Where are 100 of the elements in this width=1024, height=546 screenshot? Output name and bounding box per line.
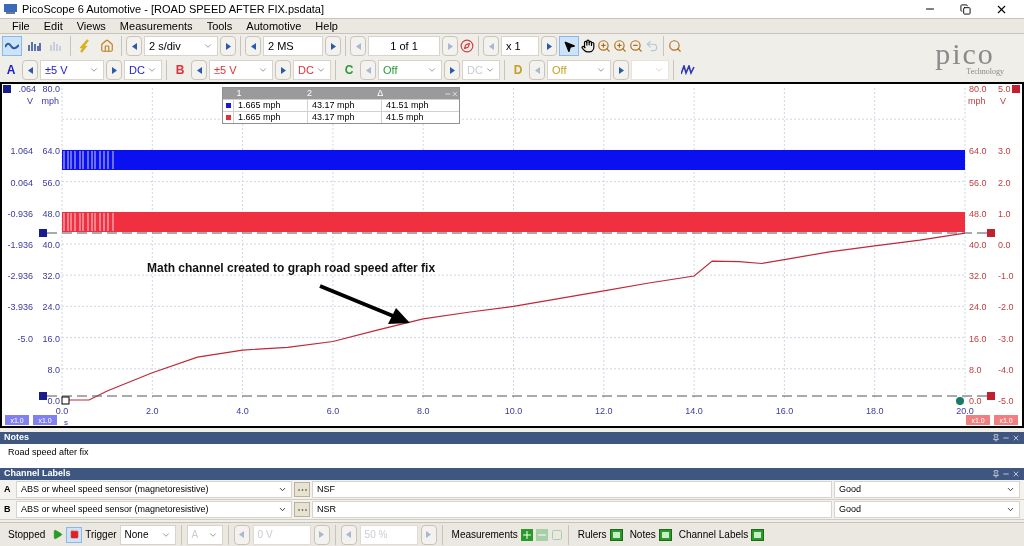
decrease-button[interactable] <box>126 36 142 56</box>
more-button[interactable] <box>294 482 310 497</box>
zoom-out-icon[interactable] <box>629 39 643 53</box>
increase-button[interactable] <box>325 36 341 56</box>
toolbar-label: Rulers <box>577 528 607 542</box>
right-arrow-icon <box>111 66 117 74</box>
axis-label: -5.0 <box>17 333 33 344</box>
zoom-field[interactable]: x 1 <box>501 36 539 56</box>
coupling-dropdown[interactable]: DC <box>293 60 331 80</box>
axis-label: 40.0 <box>42 240 60 250</box>
dropdown-caret-icon <box>89 65 99 75</box>
channel-letter: B <box>4 502 12 516</box>
menu-item[interactable]: File <box>12 17 30 35</box>
minimize-icon[interactable] <box>1002 470 1010 478</box>
notes-field[interactable]: Road speed after fix <box>0 444 1024 468</box>
axis-label: -3.936 <box>7 302 33 313</box>
axis-label: 2.0 <box>998 177 1011 188</box>
axis-label: 2.0 <box>146 406 159 416</box>
stop-button[interactable] <box>66 526 83 543</box>
axis-label: 6.0 <box>326 406 340 416</box>
buffer-field[interactable]: 1 of 1 <box>368 36 440 56</box>
axis-label: 64.0 <box>42 146 60 157</box>
wave-icon <box>5 41 19 51</box>
left-arrow-icon <box>534 66 540 74</box>
coupling-dropdown[interactable]: DC <box>124 60 162 80</box>
left-arrow-icon <box>131 42 137 50</box>
decrease-button[interactable] <box>191 60 207 80</box>
more-button[interactable] <box>294 502 310 517</box>
toolbar-label: Notes <box>629 528 656 542</box>
decrease-button[interactable] <box>22 60 38 80</box>
range-dropdown[interactable]: Off <box>378 60 442 80</box>
panel-toggle-icon[interactable] <box>658 528 672 541</box>
play-icon[interactable] <box>52 529 64 540</box>
axis-unit: s <box>64 418 68 426</box>
panel-title: Channel Labels <box>4 467 71 481</box>
compass-icon[interactable] <box>460 39 474 53</box>
increase-button[interactable] <box>541 36 557 56</box>
column-header: Δ <box>376 88 385 99</box>
right-arrow-icon <box>447 42 453 50</box>
restore-icon[interactable] <box>960 3 971 15</box>
label-field[interactable]: NSR <box>312 501 832 518</box>
select-tool-button[interactable] <box>559 36 579 56</box>
trigger-label: Trigger <box>85 528 117 542</box>
panel-toggle-icon[interactable] <box>609 528 623 541</box>
samples-field[interactable]: 2 MS <box>263 36 323 56</box>
channel-button[interactable]: B <box>171 60 189 80</box>
axis-label: 80.0 <box>42 84 60 94</box>
axis-label: 40.0 <box>969 240 987 250</box>
right-arrow-icon <box>426 531 432 538</box>
zoom-in-icon[interactable] <box>613 39 627 53</box>
table-cell: 1.665 mph <box>233 112 307 123</box>
channel-button[interactable]: A <box>2 60 20 80</box>
pin-icon[interactable] <box>992 470 1000 478</box>
stop-icon <box>69 530 79 539</box>
label-field[interactable]: NSF <box>312 481 832 498</box>
axis-unit: V <box>1000 96 1006 106</box>
axis-label: 12.0 <box>595 406 613 416</box>
axis-unit: mph <box>968 96 986 106</box>
minimize-icon[interactable] <box>1002 434 1010 442</box>
right-arrow-icon <box>330 42 336 50</box>
increase-button[interactable] <box>106 60 122 80</box>
trigger-mode-dropdown[interactable]: None <box>119 524 176 545</box>
menu-item[interactable]: Help <box>315 17 338 35</box>
increase-button[interactable] <box>613 60 629 80</box>
pin-icon[interactable] <box>992 434 1000 442</box>
add-icon[interactable] <box>520 528 533 541</box>
range-dropdown[interactable]: ±5 V <box>40 60 104 80</box>
scope-mode-button[interactable] <box>2 36 22 56</box>
menu-item[interactable]: Views <box>76 17 106 35</box>
axis-label: .064 <box>18 84 36 94</box>
menu-item[interactable]: Tools <box>206 17 233 35</box>
axis-label: 32.0 <box>42 271 60 282</box>
menu-item[interactable]: Measurements <box>119 17 193 35</box>
axis-label: 64.0 <box>969 146 987 157</box>
increase-button[interactable] <box>220 36 236 56</box>
decrease-button[interactable] <box>245 36 261 56</box>
channel-marker[interactable] <box>1012 85 1020 93</box>
menu-item[interactable]: Automotive <box>246 17 302 35</box>
table-cell: 43.17 mph <box>307 112 381 123</box>
timebase-dropdown[interactable]: 2 s/div <box>144 36 218 56</box>
right-arrow-icon <box>280 66 286 74</box>
increase-button[interactable] <box>275 60 291 80</box>
dropdown-caret-icon <box>1006 485 1015 494</box>
axis-label: 0.0 <box>998 240 1011 250</box>
channel-marker[interactable] <box>3 85 11 93</box>
menu-item[interactable]: Edit <box>43 17 63 35</box>
left-arrow-icon <box>239 531 245 538</box>
axis-label: -2.936 <box>7 271 33 282</box>
range-dropdown[interactable]: ±5 V <box>209 60 273 80</box>
probe-dropdown[interactable]: ABS or wheel speed sensor (magnetoresistive) <box>16 481 292 498</box>
column-header: 2 <box>305 88 313 99</box>
status-dropdown[interactable]: Good <box>834 481 1020 498</box>
probe-dropdown[interactable]: ABS or wheel speed sensor (magnetoresistive) <box>16 501 292 518</box>
axis-label: 20.0 <box>956 406 974 416</box>
axis-label: 18.0 <box>865 406 884 416</box>
panel-toggle-icon[interactable] <box>751 528 765 541</box>
status-dropdown[interactable]: Good <box>834 501 1020 518</box>
hand-icon[interactable] <box>581 39 595 53</box>
axis-label: 0.0 <box>969 396 982 406</box>
increase-button[interactable] <box>444 60 460 80</box>
